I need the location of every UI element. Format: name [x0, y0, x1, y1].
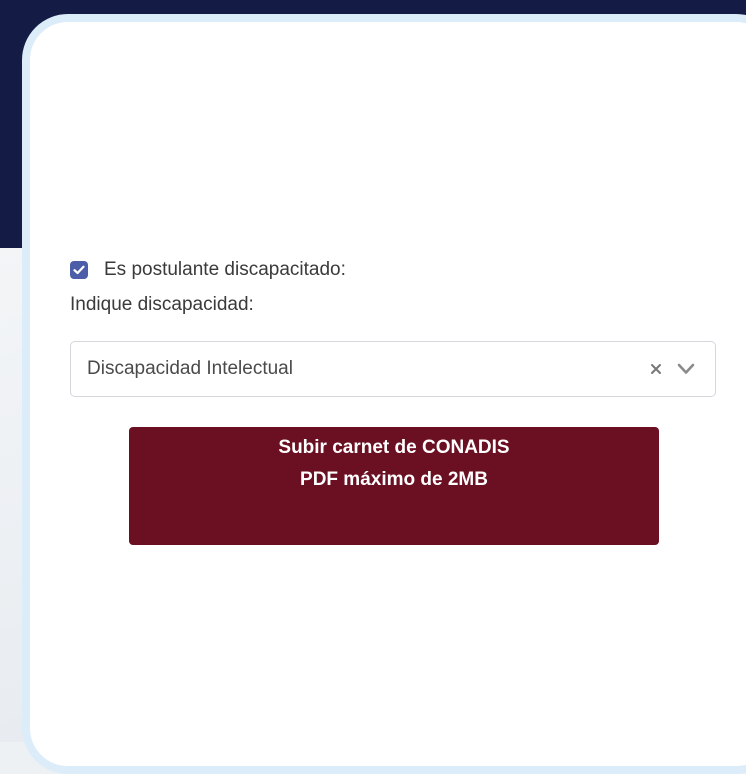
disability-select-value: Discapacidad Intelectual [87, 358, 293, 379]
disability-checkbox-row[interactable]: Es postulante discapacitado: [70, 256, 346, 284]
disability-field-label: Indique discapacidad: [70, 294, 254, 315]
checkmark-icon [73, 265, 85, 275]
disability-checkbox[interactable] [70, 261, 88, 279]
upload-button-subtitle: PDF máximo de 2MB [300, 469, 488, 490]
chevron-down-icon[interactable] [675, 360, 697, 378]
upload-button-title: Subir carnet de CONADIS [278, 437, 510, 458]
disability-select[interactable]: Discapacidad Intelectual [70, 341, 716, 397]
close-icon[interactable] [647, 360, 665, 378]
upload-conadis-button[interactable]: Subir carnet de CONADIS PDF máximo de 2M… [129, 427, 659, 545]
disability-checkbox-label: Es postulante discapacitado: [104, 259, 346, 280]
